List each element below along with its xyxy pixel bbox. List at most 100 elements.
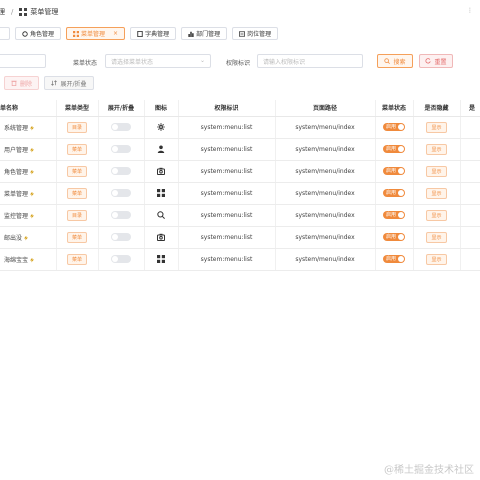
cell-extra [460, 248, 480, 271]
more-icon[interactable]: ⋮ [467, 7, 474, 14]
expand-toggle[interactable] [111, 189, 131, 197]
cell-path: system/menu/index [275, 138, 376, 161]
tab-post[interactable]: 岗位管理 [232, 27, 279, 40]
delete-button[interactable]: 删除 [4, 76, 39, 90]
hidden-tag: 显示 [426, 143, 447, 155]
type-tag: 菜单 [66, 253, 87, 265]
camera-icon [157, 167, 165, 175]
perm-input[interactable]: 请输入权限标识 [257, 54, 363, 68]
table-row[interactable]: 监控管理 目录 system:menu:list system/menu/index 启… [0, 204, 480, 227]
expand-toggle[interactable] [111, 255, 131, 263]
user-icon [157, 145, 165, 153]
col-header-expand: 展开/折叠 [98, 100, 145, 117]
table-row[interactable]: 角色管理 菜单 system:menu:list system/menu/index 启… [0, 160, 480, 183]
search-icon [157, 211, 165, 219]
status-toggle[interactable]: 启用 [382, 211, 405, 219]
cell-perm: system:menu:list [178, 116, 276, 139]
close-icon[interactable]: × [113, 30, 118, 37]
cell-hidden: 显示 [413, 226, 461, 249]
table-header-row: 单名称 菜单类型 展开/折叠 图标 权限标识 页面路径 菜单状态 是否隐藏 是 [0, 100, 480, 117]
tab-dict[interactable]: 字典管理 [130, 27, 177, 40]
search-icon [384, 58, 391, 64]
cell-name: 监控管理 [0, 204, 57, 227]
menu-status-placeholder: 请选择菜单状态 [111, 58, 154, 66]
status-toggle[interactable]: 启用 [382, 123, 405, 131]
type-tag: 菜单 [66, 231, 87, 243]
watermark: @稀土掘金技术社区 [384, 465, 474, 476]
cell-icon [144, 204, 179, 227]
hidden-tag: 显示 [426, 165, 447, 177]
hidden-tag: 显示 [426, 121, 447, 133]
role-icon [22, 30, 28, 37]
tab-label: 部门管理 [196, 31, 221, 38]
status-toggle[interactable]: 启用 [382, 255, 405, 263]
perm-placeholder: 请输入权限标识 [263, 58, 306, 66]
menu-name-input[interactable] [0, 54, 46, 68]
search-button[interactable]: 搜索 [377, 54, 413, 68]
tab-role[interactable]: 角色管理 [15, 27, 62, 40]
status-toggle-label: 启用 [385, 146, 396, 152]
bar-chart-icon [188, 31, 194, 37]
table-row[interactable]: 菜单管理 菜单 system:menu:list system/menu/index 启… [0, 182, 480, 205]
cell-path: system/menu/index [275, 226, 376, 249]
col-header-perm: 权限标识 [178, 100, 276, 117]
cell-path: system/menu/index [275, 204, 376, 227]
cell-extra [460, 138, 480, 161]
expand-collapse-button[interactable]: 展开/折叠 [44, 76, 94, 90]
col-header-type: 菜单类型 [56, 100, 99, 117]
bolt-icon [30, 169, 35, 175]
cell-expand [98, 248, 145, 271]
type-tag: 目录 [66, 209, 87, 221]
table-row[interactable]: 海绵宝宝 菜单 system:menu:list system/menu/index 启… [0, 248, 480, 271]
bolt-icon [30, 191, 35, 197]
chevron-down-icon: ⌄ [199, 57, 205, 64]
table-row[interactable]: 邮出没 菜单 system:menu:list system/menu/index 启用… [0, 226, 480, 249]
cell-hidden: 显示 [413, 160, 461, 183]
tab-dept[interactable]: 部门管理 [181, 27, 228, 40]
cell-hidden: 显示 [413, 204, 461, 227]
post-icon [239, 30, 246, 37]
col-header-hidden: 是否隐藏 [413, 100, 461, 117]
cell-expand [98, 160, 145, 183]
type-tag: 目录 [66, 121, 87, 133]
status-toggle[interactable]: 启用 [382, 233, 405, 241]
cell-extra [460, 160, 480, 183]
toggle-knob [398, 234, 404, 240]
tab-menu[interactable]: 菜单管理 × [66, 27, 126, 40]
status-toggle[interactable]: 启用 [382, 167, 405, 175]
expand-button-label: 展开/折叠 [60, 80, 87, 88]
expand-toggle[interactable] [111, 167, 131, 175]
status-toggle-label: 启用 [385, 256, 396, 262]
cell-status: 启用 [375, 116, 414, 139]
top-bar: 理 / 菜单管理 ⋮ [0, 0, 480, 24]
cell-perm: system:menu:list [178, 160, 276, 183]
menu-name: 海绵宝宝 [4, 256, 29, 264]
tab-label: 岗位管理 [247, 31, 272, 38]
status-toggle-label: 启用 [385, 168, 396, 174]
col-header-status: 菜单状态 [375, 100, 414, 117]
reset-button[interactable]: 重置 [419, 54, 453, 68]
table-row[interactable]: 用户管理 菜单 system:menu:list system/menu/index 启… [0, 138, 480, 161]
gear-icon [157, 123, 165, 131]
status-toggle[interactable]: 启用 [382, 189, 405, 197]
menu-status-select[interactable]: 请选择菜单状态 ⌄ [105, 54, 211, 68]
expand-toggle[interactable] [111, 123, 131, 131]
cell-path: system/menu/index [275, 116, 376, 139]
expand-toggle[interactable] [111, 233, 131, 241]
status-toggle[interactable]: 启用 [382, 145, 405, 153]
cell-extra [460, 182, 480, 205]
trash-icon [11, 80, 17, 86]
breadcrumb-parent[interactable]: 理 [0, 7, 5, 17]
cell-status: 启用 [375, 204, 414, 227]
tab-partial[interactable] [0, 27, 10, 40]
cell-expand [98, 226, 145, 249]
cell-name: 系统管理 [0, 116, 57, 139]
breadcrumb-separator: / [11, 8, 14, 16]
status-toggle-label: 启用 [385, 234, 396, 240]
status-toggle-label: 启用 [385, 212, 396, 218]
expand-toggle[interactable] [111, 145, 131, 153]
cell-name: 邮出没 [0, 226, 57, 249]
cell-perm: system:menu:list [178, 138, 276, 161]
expand-toggle[interactable] [111, 211, 131, 219]
table-row[interactable]: 系统管理 目录 system:menu:list system/menu/index 启… [0, 116, 480, 139]
